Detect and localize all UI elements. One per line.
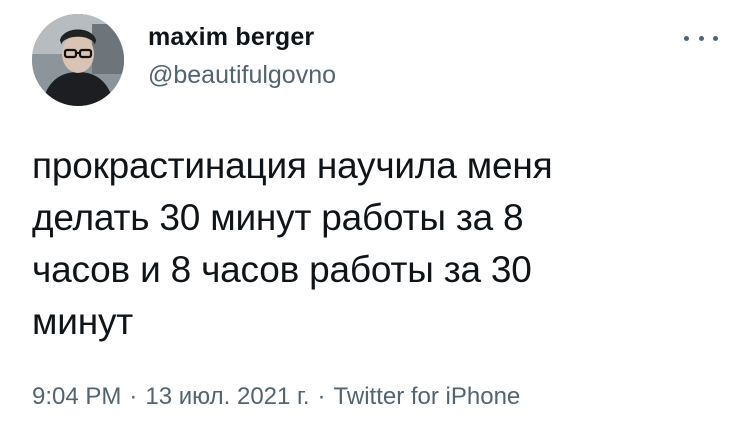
tweet-metadata: 9:04 PM · 13 июл. 2021 г. · Twitter for iPho… xyxy=(32,382,520,412)
more-options-button[interactable] xyxy=(684,30,718,46)
tweet-source[interactable]: Twitter for iPhone xyxy=(334,383,521,410)
tweet-text-line: прокрастинация научила меня xyxy=(32,145,553,186)
tweet-card: maxim berger @beautifulgovno прокрастина… xyxy=(0,0,750,441)
profile-photo-icon xyxy=(32,14,124,106)
separator: · xyxy=(317,383,326,410)
more-horizontal-icon-dot xyxy=(698,35,704,41)
author-handle[interactable]: @beautifulgovno xyxy=(148,60,336,90)
separator: · xyxy=(129,383,138,410)
author-display-name[interactable]: maxim berger xyxy=(148,22,314,52)
more-horizontal-icon-dot xyxy=(713,35,718,41)
tweet-time[interactable]: 9:04 PM xyxy=(32,383,121,410)
tweet-text: прокрастинация научила меня делать 30 ми… xyxy=(32,140,722,348)
tweet-date[interactable]: 13 июл. 2021 г. xyxy=(145,383,309,410)
tweet-text-line: делать 30 минут работы за 8 xyxy=(32,197,524,238)
tweet-text-line: часов и 8 часов работы за 30 xyxy=(32,249,532,290)
avatar[interactable] xyxy=(32,14,124,106)
more-horizontal-icon xyxy=(684,35,689,41)
tweet-text-line: минут xyxy=(32,301,133,342)
